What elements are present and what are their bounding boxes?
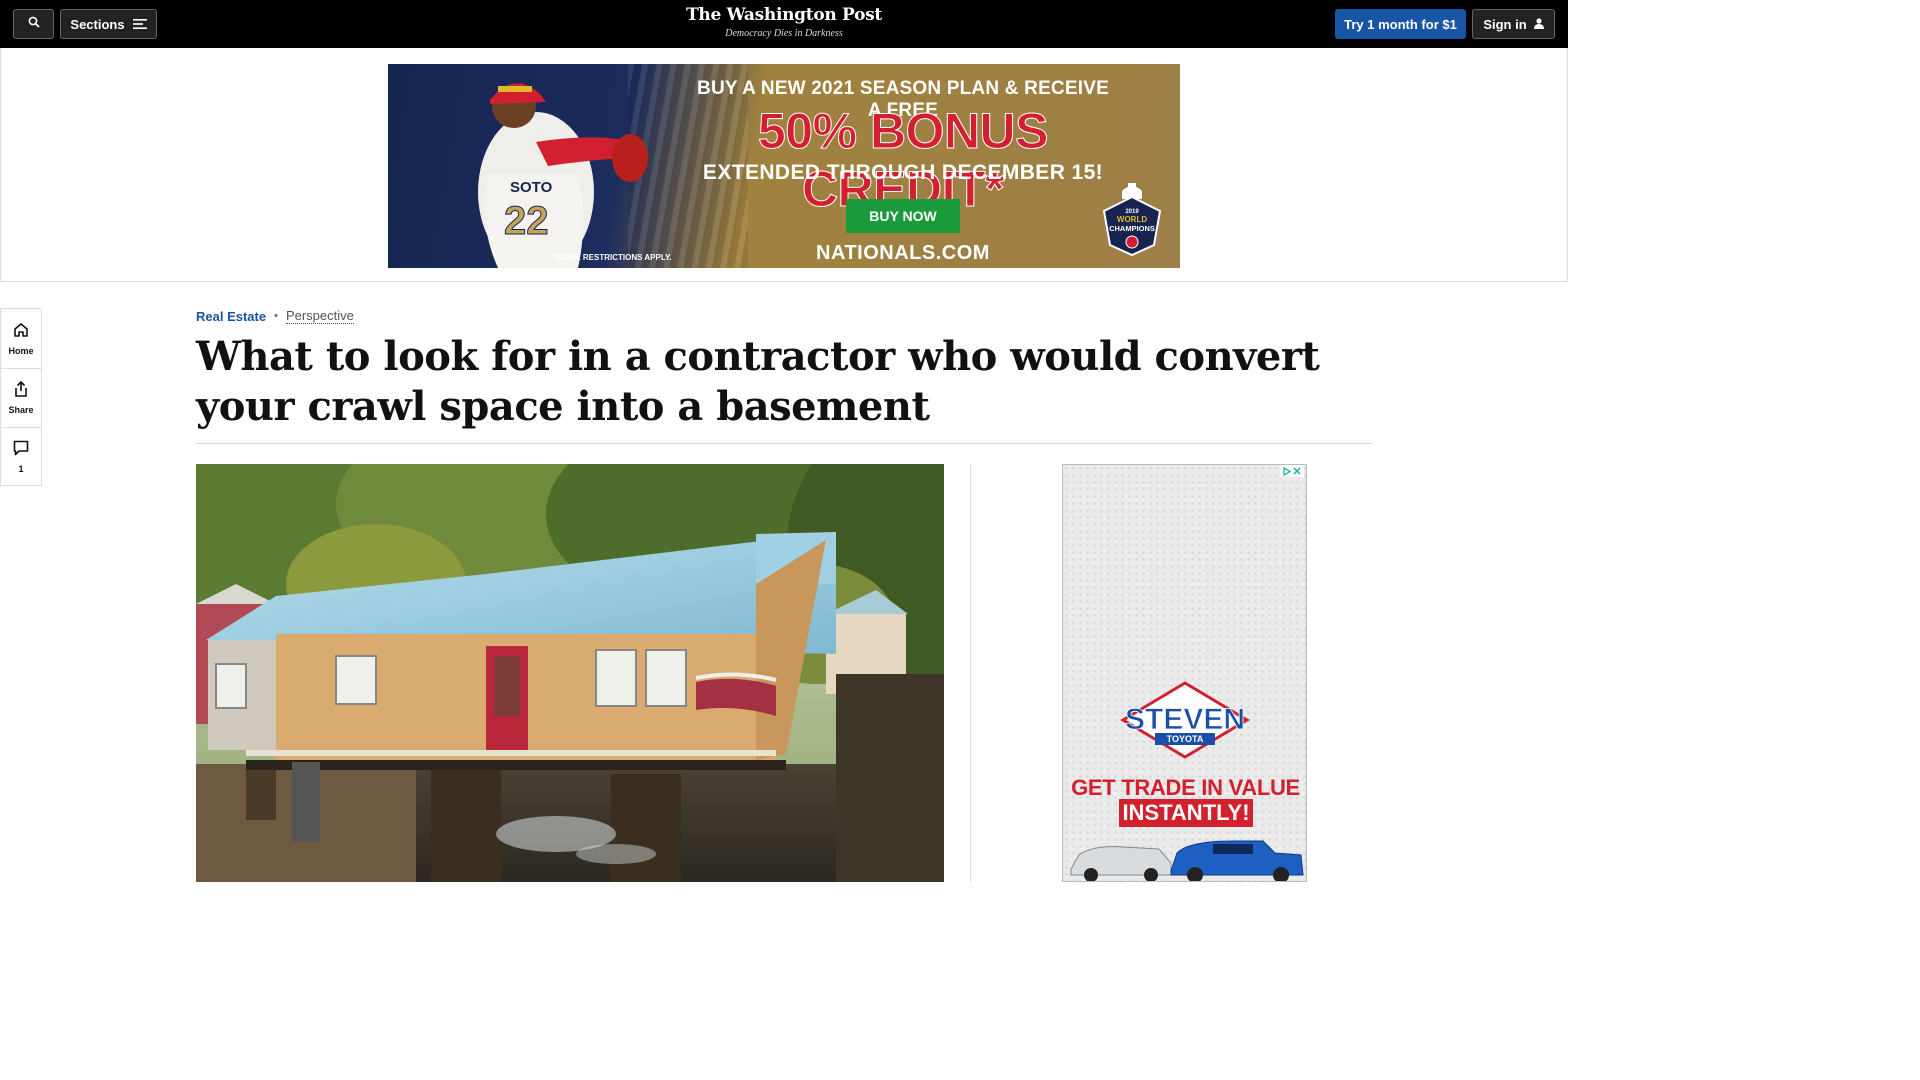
ad-brand-sub: TOYOTA (1167, 734, 1204, 744)
search-button[interactable] (13, 9, 54, 39)
sign-in-button[interactable]: Sign in (1472, 9, 1555, 39)
rail-comments-count: 1 (18, 464, 24, 474)
nationals-banner-ad[interactable]: SOTO 22 BUY A NEW 2021 SEASON PLAN & REC… (388, 64, 1180, 268)
share-icon (13, 380, 29, 402)
search-icon (28, 15, 40, 33)
sections-button[interactable]: Sections (60, 9, 157, 39)
article-kicker: Real Estate • Perspective (196, 308, 354, 324)
menu-icon (132, 17, 147, 32)
subscribe-button[interactable]: Try 1 month for $1 (1335, 9, 1466, 39)
ad-trade-line-2: INSTANTLY! (1119, 799, 1253, 827)
home-icon (13, 322, 29, 343)
comment-icon (13, 440, 29, 461)
baseball-player-image: SOTO 22 (478, 83, 648, 268)
ad-site-url: NATIONALS.COM (816, 242, 990, 264)
ad-headline-3: EXTENDED THROUGH DECEMBER 15! (702, 161, 1104, 184)
sign-in-label: Sign in (1483, 16, 1527, 32)
rail-share-label: Share (8, 405, 34, 415)
ad-trade-line-1: GET TRADE IN VALUE (1071, 775, 1300, 800)
rail-home-button[interactable]: Home (1, 309, 41, 368)
badge-line2: CHAMPIONS (1109, 224, 1155, 233)
toyota-sidebar-ad[interactable]: STEVEN TOYOTA GET TRADE IN VALUE INSTANT… (1062, 464, 1307, 882)
badge-line1: WORLD (1117, 215, 1147, 224)
steven-toyota-logo: STEVEN TOYOTA (1120, 681, 1250, 759)
section-link[interactable]: Real Estate (196, 309, 266, 324)
jersey-name: SOTO (510, 179, 553, 196)
article-lead-photo[interactable] (196, 464, 944, 882)
masthead-logo-link[interactable]: The Washington Post Democracy Dies in Da… (684, 5, 884, 39)
masthead-logo: The Washington Post (686, 5, 882, 25)
rail-home-label: Home (8, 345, 34, 356)
headline-divider (196, 443, 1372, 444)
kicker-separator: • (274, 310, 278, 322)
rail-share-button[interactable]: Share (1, 368, 41, 427)
world-champions-badge: 2019 WORLD CHAMPIONS (1102, 183, 1162, 257)
ad-restrictions-note: *SOME RESTRICTIONS APPLY. (554, 253, 672, 262)
toyota-vehicles-image (1070, 840, 1304, 881)
sections-label: Sections (70, 16, 125, 32)
masthead-tagline: Democracy Dies in Darkness (725, 28, 843, 39)
column-divider (970, 464, 971, 882)
article-headline: What to look for in a contractor who wou… (196, 333, 1320, 430)
top-nav: Sections The Washington Post Democracy D… (0, 0, 1568, 48)
adchoices-close-icon[interactable] (1280, 465, 1304, 477)
rail-comments-button[interactable]: 1 (1, 427, 41, 486)
ad-buy-now-button[interactable]: BUY NOW (846, 199, 960, 233)
user-icon (1533, 17, 1544, 32)
house-on-cribbing-image (196, 464, 944, 882)
jersey-number: 22 (504, 199, 549, 243)
left-action-rail: Home Share 1 (0, 308, 42, 486)
perspective-label[interactable]: Perspective (285, 308, 354, 324)
ad-brand: STEVEN (1125, 703, 1245, 736)
